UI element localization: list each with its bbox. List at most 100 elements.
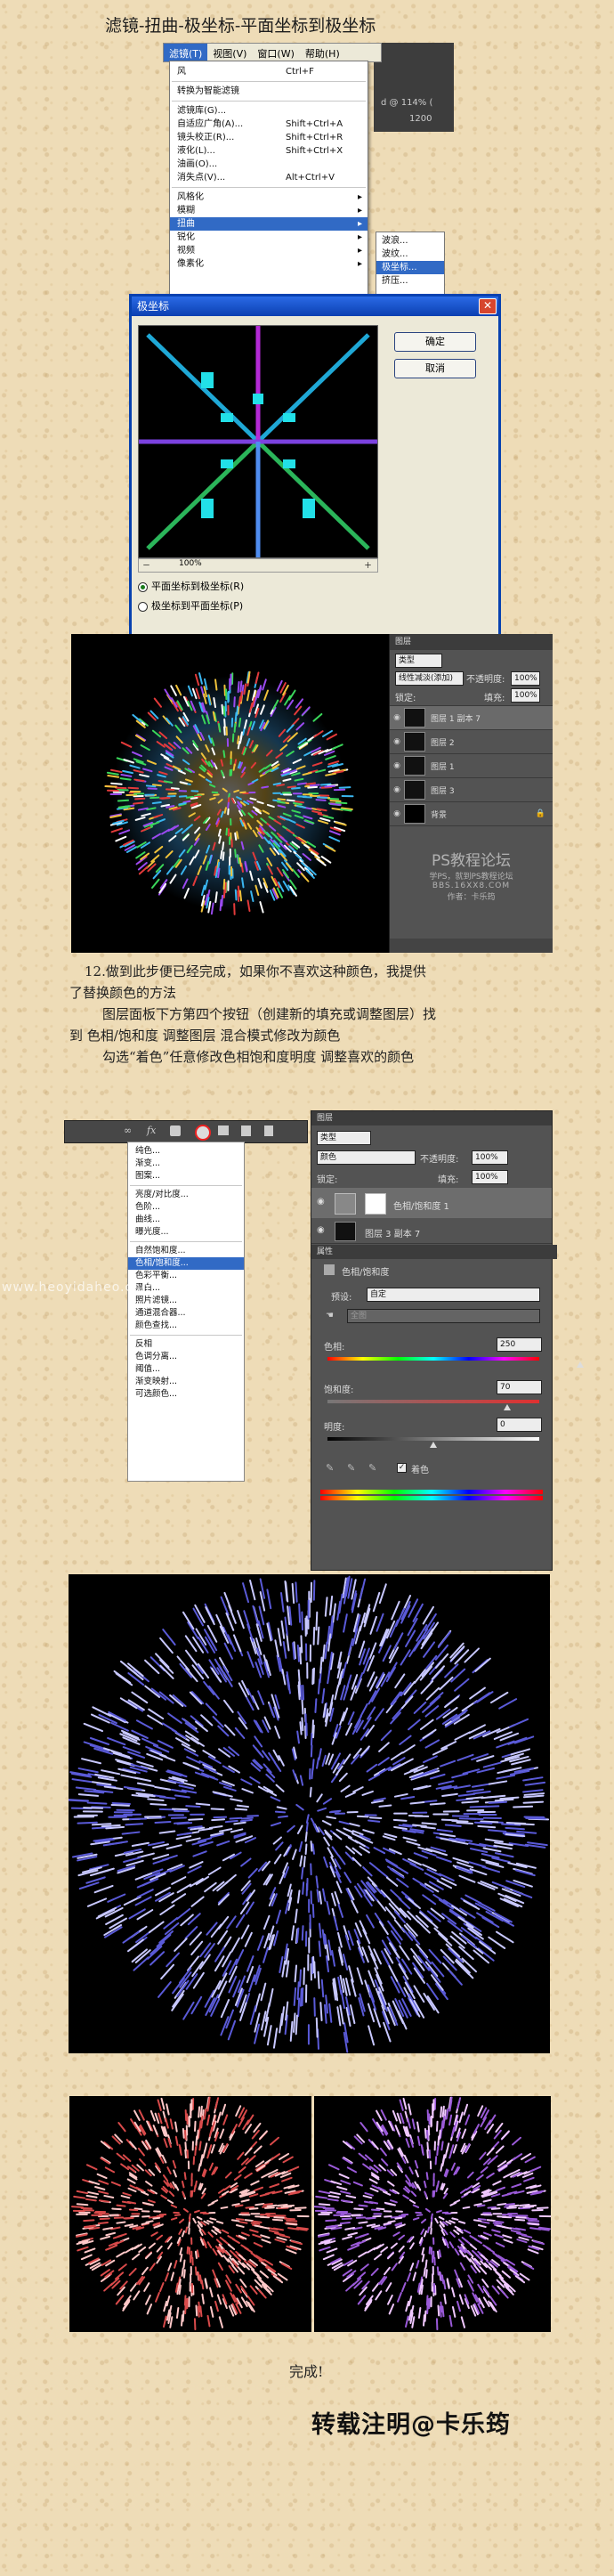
menu-item-smart-filter[interactable]: 转换为智能滤镜 — [170, 85, 368, 98]
eyedropper-minus-icon[interactable]: ✎ — [368, 1462, 376, 1474]
layer-row[interactable]: ◉ 图层 1 — [390, 754, 553, 778]
saturation-slider[interactable] — [327, 1400, 539, 1403]
layer-row-hue[interactable]: ◉ 色相/饱和度 1 — [311, 1188, 552, 1218]
spike-stroke — [209, 2287, 214, 2298]
adj-item-color-lookup[interactable]: 颜色查找... — [128, 1320, 244, 1332]
radio-selected-icon[interactable] — [138, 581, 148, 592]
menu-window[interactable]: 窗口(W) — [252, 44, 299, 61]
adj-item-posterize[interactable]: 色调分离... — [128, 1351, 244, 1363]
saturation-input[interactable]: 70 — [497, 1380, 542, 1394]
menu-item-stylize[interactable]: 风格化 — [170, 191, 368, 204]
option-rect-to-polar[interactable]: 平面坐标到极坐标(R) — [138, 577, 378, 597]
layer-filter-select[interactable]: 类型 — [395, 654, 442, 668]
adj-item-photo-filter[interactable]: 照片滤镜... — [128, 1295, 244, 1307]
adj-item-gradient[interactable]: 渐变... — [128, 1158, 244, 1170]
eye-icon[interactable]: ◉ — [390, 809, 404, 818]
menu-item-lens-correction[interactable]: 镜头校正(R)... Shift+Ctrl+R — [170, 131, 368, 144]
eyedropper-icon[interactable]: ✎ — [326, 1462, 334, 1474]
adj-item-vibrance[interactable]: 自然饱和度... — [128, 1245, 244, 1257]
menu-item-filter-gallery[interactable]: 滤镜库(G)... — [170, 104, 368, 118]
fill-input[interactable]: 100% — [511, 688, 540, 703]
submenu-item-ripple[interactable]: 波纹... — [376, 248, 444, 261]
layer-row[interactable]: ◉ 图层 2 — [390, 730, 553, 754]
menu-view[interactable]: 视图(V) — [207, 44, 252, 61]
fx-icon[interactable]: fx — [147, 1125, 156, 1136]
menu-item-pixelate[interactable]: 像素化 — [170, 257, 368, 271]
menu-help[interactable]: 帮助(H) — [300, 44, 345, 61]
menu-item-sharpen[interactable]: 锐化 — [170, 231, 368, 244]
spike-stroke — [262, 1750, 271, 1761]
menu-item-vanishing-point[interactable]: 消失点(V)... Alt+Ctrl+V — [170, 171, 368, 184]
hue-input[interactable]: 250 — [497, 1337, 542, 1352]
menu-item-video[interactable]: 视频 — [170, 244, 368, 257]
eye-icon[interactable]: ◉ — [317, 1197, 325, 1207]
submenu-item-pinch[interactable]: 挤压... — [376, 274, 444, 288]
spike-stroke — [401, 1695, 414, 1710]
menu-item-wind[interactable]: 风 Ctrl+F — [170, 65, 368, 78]
blend-mode-select[interactable]: 线性减淡(添加) — [395, 671, 464, 686]
eye-icon[interactable]: ◉ — [390, 737, 404, 746]
folder-icon[interactable] — [218, 1125, 229, 1135]
eyedropper-plus-icon[interactable]: ✎ — [347, 1462, 355, 1474]
filter-preview[interactable] — [138, 325, 378, 558]
eye-icon[interactable]: ◉ — [390, 761, 404, 770]
panel2-kind-select[interactable]: 类型 — [317, 1131, 371, 1145]
menu-item-distort[interactable]: 扭曲 — [170, 217, 368, 231]
menu-item-liquify[interactable]: 液化(L)... Shift+Ctrl+X — [170, 144, 368, 158]
spike-stroke — [336, 2185, 348, 2190]
trash-icon[interactable] — [264, 1125, 273, 1136]
adj-item-pattern[interactable]: 图案... — [128, 1170, 244, 1182]
new-layer-icon[interactable] — [241, 1125, 251, 1136]
panel2-opacity-input[interactable]: 100% — [472, 1150, 508, 1165]
menu-item-oil-paint[interactable]: 油画(O)... — [170, 158, 368, 171]
eye-icon[interactable]: ◉ — [317, 1225, 325, 1235]
eye-icon[interactable]: ◉ — [390, 785, 404, 794]
panel2-blend-select[interactable]: 颜色 — [317, 1150, 416, 1165]
adj-item-invert[interactable]: 反相 — [128, 1338, 244, 1351]
spike-stroke — [232, 1979, 241, 1998]
adj-item-curves[interactable]: 曲线... — [128, 1214, 244, 1226]
adj-item-channel-mixer[interactable]: 通道混合器... — [128, 1307, 244, 1320]
lightness-slider[interactable] — [327, 1437, 539, 1441]
option-polar-to-rect[interactable]: 极坐标到平面坐标(P) — [138, 597, 378, 616]
lightness-input[interactable]: 0 — [497, 1418, 542, 1432]
adj-item-solid[interactable]: 纯色... — [128, 1145, 244, 1158]
preset-select[interactable]: 自定 — [367, 1288, 540, 1302]
adj-item-gradient-map[interactable]: 渐变映射... — [128, 1376, 244, 1388]
adjustment-layer-icon[interactable] — [195, 1125, 211, 1141]
hand-icon[interactable]: ☚ — [326, 1311, 334, 1321]
adj-item-levels[interactable]: 色阶... — [128, 1201, 244, 1214]
menu-item-blur[interactable]: 模糊 — [170, 204, 368, 217]
channel-select[interactable]: 全图 — [347, 1309, 540, 1323]
colorize-checkbox[interactable]: ✓ — [397, 1463, 407, 1473]
layer-row[interactable]: ◉ 图层 3 — [390, 778, 553, 802]
eye-icon[interactable]: ◉ — [390, 713, 404, 722]
adj-item-brightness[interactable]: 亮度/对比度... — [128, 1189, 244, 1201]
saturation-slider-knob[interactable] — [504, 1404, 512, 1410]
cancel-button[interactable]: 取消 — [394, 359, 476, 378]
layer-row[interactable]: ◉ 图层 1 副本 7 — [390, 706, 553, 730]
adj-item-hue-saturation[interactable]: 色相/饱和度... — [128, 1257, 244, 1270]
zoom-in-icon[interactable]: ＋ — [364, 559, 372, 571]
radio-icon[interactable] — [138, 601, 148, 612]
adj-item-selective-color[interactable]: 可选颜色... — [128, 1388, 244, 1401]
menu-item-adaptive-wide-angle[interactable]: 自适应广角(A)... Shift+Ctrl+A — [170, 118, 368, 131]
submenu-item-wave[interactable]: 波浪... — [376, 234, 444, 248]
layer-row[interactable]: ◉ 背景 🔒 — [390, 802, 553, 826]
lightness-slider-knob[interactable] — [430, 1442, 437, 1448]
layer-row-copy[interactable]: ◉ 图层 3 副本 7 — [311, 1218, 552, 1244]
menu-filter[interactable]: 滤镜(T) — [164, 44, 208, 61]
link-icon[interactable]: ∞ — [124, 1125, 132, 1136]
panel2-fill-input[interactable]: 100% — [472, 1170, 508, 1184]
ok-button[interactable]: 确定 — [394, 332, 476, 352]
zoom-out-icon[interactable]: － — [142, 559, 150, 571]
spike-stroke — [486, 2172, 495, 2179]
hue-slider-knob[interactable] — [577, 1361, 585, 1368]
submenu-item-polar[interactable]: 极坐标... — [376, 261, 444, 274]
mask-icon[interactable] — [170, 1125, 181, 1136]
adj-item-exposure[interactable]: 曝光度... — [128, 1226, 244, 1239]
opacity-input[interactable]: 100% — [511, 671, 540, 686]
close-icon[interactable]: ✕ — [479, 298, 497, 314]
adj-item-threshold[interactable]: 阈值... — [128, 1363, 244, 1376]
hue-slider[interactable] — [327, 1357, 539, 1361]
